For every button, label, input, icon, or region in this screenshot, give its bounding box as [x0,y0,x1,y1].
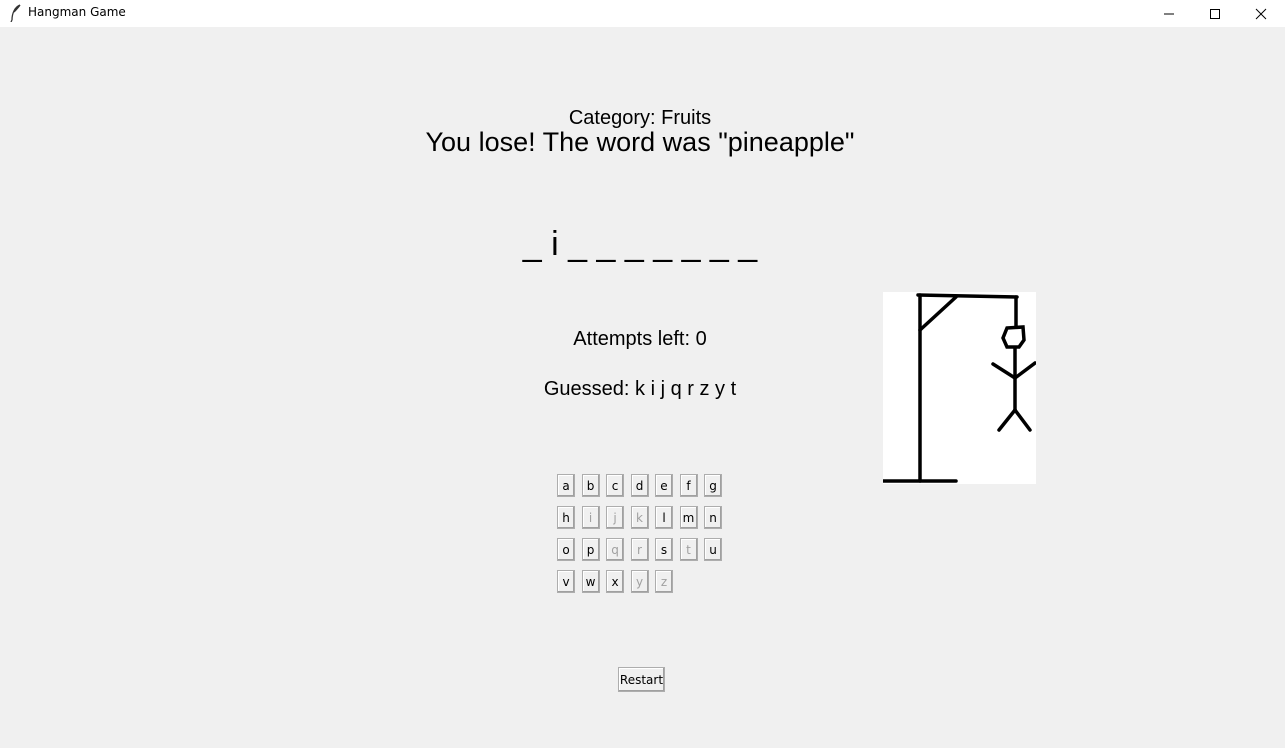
letter-key-f[interactable]: f [679,474,698,497]
game-area: Category: Fruits You lose! The word was … [0,27,1285,748]
title-bar: Hangman Game [0,0,1285,27]
letter-key-a[interactable]: a [557,474,575,497]
letter-key-p[interactable]: p [581,538,600,561]
letter-key-k: k [630,506,649,529]
word-display: _ i _ _ _ _ _ _ _ [522,225,758,263]
hangman-drawing [881,293,1037,483]
right-arm [1013,361,1037,380]
left-arm [991,362,1017,380]
window-title: Hangman Game [28,5,126,19]
letter-key-o[interactable]: o [557,538,575,561]
letter-key-q: q [606,538,624,561]
gallows-brace [918,295,958,332]
letter-key-g[interactable]: g [704,474,722,497]
letter-key-y: y [630,570,649,593]
close-button[interactable] [1238,0,1284,27]
head [1001,325,1026,349]
letter-key-x[interactable]: x [606,570,624,593]
gallows-beam [916,293,1019,299]
letter-key-l[interactable]: l [655,506,673,529]
letter-key-n[interactable]: n [704,506,722,529]
letter-key-v[interactable]: v [557,570,575,593]
hangman-canvas [881,292,1037,484]
right-leg [1013,408,1032,432]
letter-key-i: i [581,506,600,529]
feather-icon [10,4,21,22]
letter-key-u[interactable]: u [704,538,722,561]
minimize-icon [1164,13,1174,14]
letter-key-m[interactable]: m [679,506,698,529]
result-message: You lose! The word was "pineapple" [425,127,855,157]
letter-key-w[interactable]: w [581,570,600,593]
letter-key-b[interactable]: b [581,474,600,497]
letter-key-h[interactable]: h [557,506,575,529]
letter-key-c[interactable]: c [606,474,624,497]
attempts-label: Attempts left: 0 [573,328,707,350]
letter-key-j: j [606,506,624,529]
letter-key-r: r [630,538,649,561]
minimize-button[interactable] [1146,0,1192,27]
letter-key-e[interactable]: e [655,474,673,497]
guessed-letters: Guessed: k i j q r z y t [543,378,737,400]
letter-key-s[interactable]: s [655,538,673,561]
maximize-icon [1210,8,1220,19]
left-leg [997,408,1017,432]
maximize-button[interactable] [1192,0,1238,27]
letter-key-t: t [679,538,698,561]
letter-key-z: z [655,570,673,593]
letter-key-d[interactable]: d [630,474,649,497]
close-icon [1255,8,1267,19]
restart-button[interactable]: Restart [618,667,665,692]
